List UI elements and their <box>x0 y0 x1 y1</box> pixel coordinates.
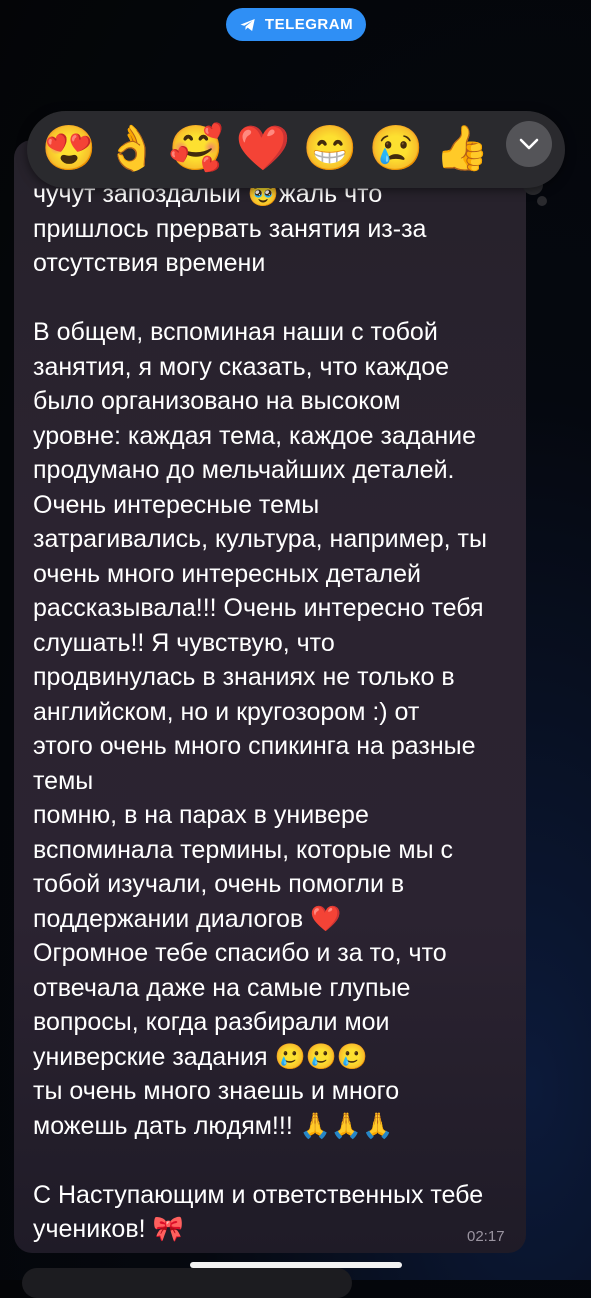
telegram-badge[interactable]: TELEGRAM <box>226 8 366 41</box>
reaction-red-heart[interactable]: ❤️ <box>235 121 291 177</box>
reaction-crying[interactable]: 😢 <box>368 121 424 177</box>
telegram-icon <box>240 18 255 31</box>
reaction-grin[interactable]: 😁 <box>302 121 358 177</box>
composer-edge <box>22 1268 352 1298</box>
message-time: 02:17 <box>467 1228 505 1245</box>
chevron-down-icon <box>519 138 539 150</box>
message-text: чучут запоздалый 🥹жаль что пришлось прер… <box>33 180 487 1243</box>
reaction-tail-dot-small <box>537 196 547 206</box>
expand-reactions-button[interactable] <box>506 121 552 167</box>
reaction-thumbs-up[interactable]: 👍 <box>434 121 490 177</box>
app-label: TELEGRAM <box>264 16 354 33</box>
reaction-ok-hand[interactable]: 👌 <box>104 121 160 177</box>
reaction-smiling-hearts[interactable]: 🥰 <box>168 121 224 177</box>
home-indicator <box>190 1262 402 1268</box>
reaction-heart-eyes[interactable]: 😍 <box>41 121 97 177</box>
